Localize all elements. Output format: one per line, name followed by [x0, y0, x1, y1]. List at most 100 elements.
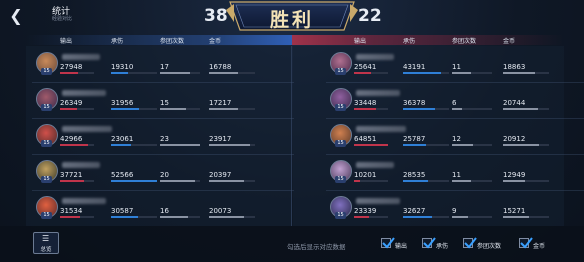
blue_team-player-name-hidden [62, 126, 112, 132]
blue_team-taken-value: 31956 [111, 99, 134, 107]
blue_team-damage-value: 31534 [60, 207, 83, 215]
red_team-participation-bar-fill [452, 216, 468, 218]
red_team-player-level: 15 [335, 176, 346, 183]
blue_team-taken-bar-fill [111, 72, 128, 74]
red_team-player-level: 15 [335, 140, 346, 147]
blue_team-damage-bar-fill [60, 144, 88, 146]
blue_team-gold-value: 17217 [209, 99, 232, 107]
blue_team-player-level: 15 [41, 104, 52, 111]
red_team-participation-value: 12 [452, 135, 461, 143]
taken-checkbox[interactable] [422, 237, 436, 249]
red_team-taken-bar [403, 144, 449, 146]
red_team-participation-bar-fill [452, 72, 472, 74]
checkmark-icon [464, 237, 477, 249]
participation-checkbox-label: 参团次数 [477, 243, 502, 250]
red_team-row-separator [326, 190, 584, 191]
blue_team-taken-value: 30587 [111, 207, 134, 215]
damage-checkbox[interactable] [381, 237, 395, 249]
red_team-gold-value: 20744 [503, 99, 526, 107]
blue_team-taken-value: 23061 [111, 135, 134, 143]
blue-col-taken: 承伤 [111, 38, 124, 45]
result-text: 胜利 [269, 9, 314, 31]
blue_team-taken-bar [111, 108, 157, 110]
red_team-taken-bar-fill [403, 72, 441, 74]
red_team-damage-value: 33448 [354, 99, 377, 107]
red_team-taken-bar-fill [403, 144, 426, 146]
red_team-participation-bar [452, 144, 492, 146]
checkmark-icon [520, 237, 533, 249]
red_team-taken-bar [403, 108, 449, 110]
blue_team-player-name-hidden [62, 198, 106, 204]
red_team-participation-value: 11 [452, 63, 461, 71]
red_team-damage-bar [354, 108, 388, 110]
red_team-taken-value: 36378 [403, 99, 426, 107]
blue_team-participation-bar-fill [160, 216, 188, 218]
blue_team-taken-bar [111, 216, 157, 218]
summary-button[interactable]: ☰ 总览 [33, 232, 59, 254]
red_team-damage-value: 25641 [354, 63, 377, 71]
blue_team-damage-bar [60, 144, 94, 146]
red_team-taken-bar [403, 216, 449, 218]
blue_team-participation-bar-fill [160, 108, 186, 110]
blue_team-damage-value: 42966 [60, 135, 83, 143]
red_team-gold-bar [503, 144, 549, 146]
blue_team-taken-bar [111, 144, 157, 146]
blue_team-gold-value: 20073 [209, 207, 232, 215]
blue_team-damage-value: 37721 [60, 171, 83, 179]
blue_team-participation-value: 17 [160, 63, 169, 71]
blue_team-taken-value: 52566 [111, 171, 134, 179]
red_team-gold-bar-fill [503, 216, 530, 218]
blue_team-player-level: 15 [41, 68, 52, 75]
red-col-participation: 参团次数 [452, 38, 477, 45]
summary-label: 总览 [40, 247, 52, 253]
red_team-player-level: 15 [335, 104, 346, 111]
blue_team-participation-bar [160, 144, 200, 146]
red_team-participation-bar-fill [452, 180, 472, 182]
blue-col-damage: 输出 [60, 38, 73, 45]
red_team-taken-value: 32627 [403, 207, 426, 215]
blue_team-participation-bar-fill [160, 72, 190, 74]
back-button[interactable]: ❮ [6, 5, 26, 25]
blue_team-participation-bar-fill [160, 144, 200, 146]
blue_team-gold-value: 23917 [209, 135, 232, 143]
blue_team-damage-bar [60, 216, 94, 218]
blue_team-taken-bar [111, 72, 157, 74]
blue_team-player-level: 15 [41, 212, 52, 219]
team-divider [291, 46, 292, 226]
red_team-participation-value: 9 [452, 207, 457, 215]
red_team-damage-value: 10201 [354, 171, 377, 179]
red_team-participation-bar-fill [452, 108, 463, 110]
red_team-gold-bar [503, 216, 549, 218]
chevron-left-icon: ❮ [9, 5, 23, 25]
blue_team-gold-bar-fill [209, 216, 244, 218]
checkmark-icon [423, 237, 436, 249]
blue_team-gold-bar [209, 108, 255, 110]
blue_team-gold-bar [209, 180, 255, 182]
red_team-row-separator [326, 82, 584, 83]
red_team-gold-value: 15271 [503, 207, 526, 215]
blue_team-damage-bar [60, 108, 94, 110]
blue_team-taken-bar-fill [111, 144, 131, 146]
blue_team-gold-bar-fill [209, 180, 244, 182]
blue-team-score: 38 [204, 6, 228, 26]
damage-checkbox-label: 输出 [395, 243, 408, 250]
red_team-taken-value: 28535 [403, 171, 426, 179]
red_team-gold-bar-fill [503, 72, 536, 74]
red_team-player-name-hidden [356, 198, 400, 204]
red_team-gold-bar-fill [503, 180, 526, 182]
blue_team-taken-bar [111, 180, 157, 182]
red_team-damage-bar-fill [354, 72, 371, 74]
gold-checkbox[interactable] [519, 237, 533, 249]
red_team-participation-bar [452, 180, 492, 182]
blue_team-participation-bar [160, 216, 200, 218]
participation-checkbox[interactable] [463, 237, 477, 249]
red-col-taken: 承伤 [403, 38, 416, 45]
red_team-damage-bar [354, 144, 388, 146]
blue_team-participation-value: 20 [160, 171, 169, 179]
red_team-taken-value: 43191 [403, 63, 426, 71]
red_team-taken-bar-fill [403, 108, 435, 110]
blue_team-gold-bar-fill [209, 144, 250, 146]
blue_team-participation-value: 15 [160, 99, 169, 107]
blue_team-damage-bar-fill [60, 216, 81, 218]
blue_team-player-level: 15 [41, 176, 52, 183]
